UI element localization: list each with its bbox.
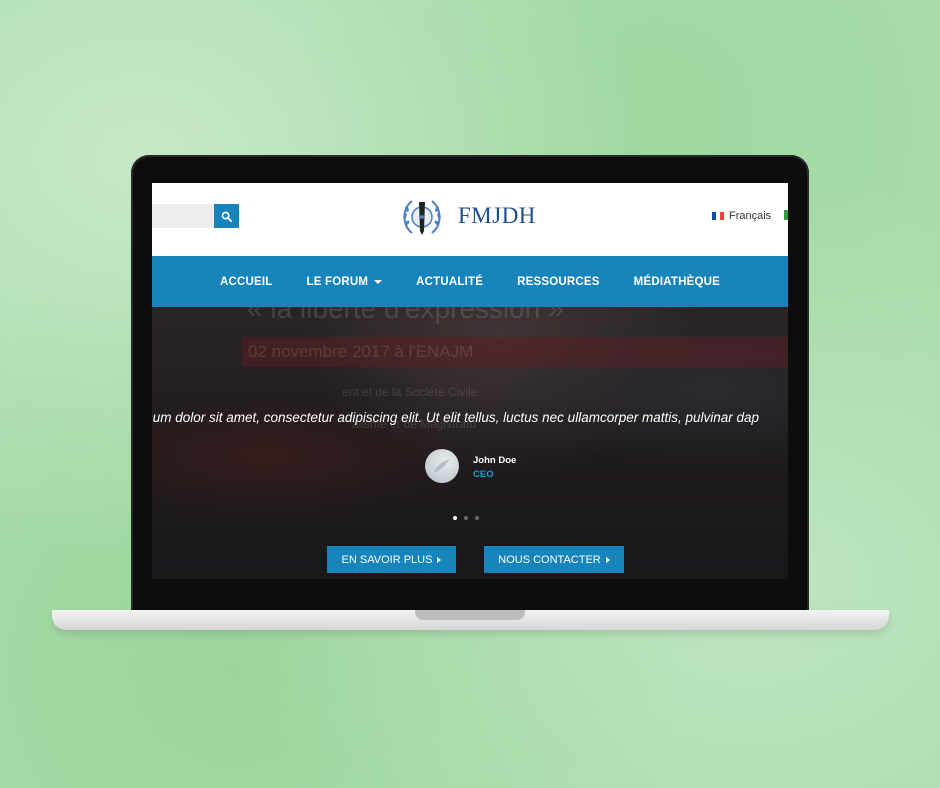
caret-right-icon: [605, 556, 610, 563]
website-screen: FMJDH Français ACCUEIL LE FORUM ACTUALIT…: [152, 183, 788, 579]
avatar: [425, 449, 459, 483]
nav-item-label: ACTUALITÉ: [416, 275, 484, 288]
search-input[interactable]: [152, 204, 214, 228]
flag-fr-icon: [712, 212, 724, 220]
search-icon: [221, 211, 232, 222]
search-button[interactable]: [214, 204, 239, 228]
nav-item-accueil[interactable]: ACCUEIL: [203, 276, 290, 288]
slider-dot[interactable]: [453, 516, 457, 520]
nav-item-le-forum[interactable]: LE FORUM: [290, 276, 400, 288]
nav-item-mediatheque[interactable]: MÉDIATHÈQUE: [617, 276, 737, 288]
nav-item-label: LE FORUM: [306, 275, 369, 288]
nav-item-actualite[interactable]: ACTUALITÉ: [399, 276, 500, 288]
logo-text[interactable]: FMJDH: [458, 203, 536, 229]
logo-emblem-icon[interactable]: [398, 193, 446, 241]
nav-item-label: RESSOURCES: [517, 275, 600, 288]
caret-right-icon: [437, 556, 442, 563]
laptop-notch: [415, 610, 525, 620]
main-nav: ACCUEIL LE FORUM ACTUALITÉ RESSOURCES MÉ…: [152, 256, 788, 307]
avatar-placeholder-icon: [434, 459, 450, 473]
testimonial-quote: sum dolor sit amet, consectetur adipisci…: [152, 410, 760, 425]
slider-dot[interactable]: [475, 516, 479, 520]
hero-slider: « la liberté d'expression » 02 novembre …: [152, 307, 788, 579]
site-header: FMJDH Français: [152, 183, 788, 256]
contact-button[interactable]: NOUS CONTACTER: [484, 546, 624, 573]
learn-more-button[interactable]: EN SAVOIR PLUS: [327, 546, 456, 573]
nav-item-label: MÉDIATHÈQUE: [633, 275, 720, 288]
next-language-flag-icon[interactable]: [784, 210, 788, 220]
testimonial-author-name: John Doe: [473, 455, 517, 466]
language-switcher[interactable]: Français: [712, 210, 771, 222]
contact-label: NOUS CONTACTER: [498, 553, 601, 566]
caret-down-icon: [374, 279, 383, 284]
hero-overlay: [152, 307, 788, 579]
slider-dot[interactable]: [464, 516, 468, 520]
testimonial-author-role: CEO: [473, 469, 494, 480]
learn-more-label: EN SAVOIR PLUS: [341, 553, 433, 566]
language-label: Français: [729, 210, 772, 222]
nav-item-ressources[interactable]: RESSOURCES: [500, 276, 617, 288]
slider-pagination: [453, 516, 479, 520]
nav-item-label: ACCUEIL: [220, 275, 273, 288]
